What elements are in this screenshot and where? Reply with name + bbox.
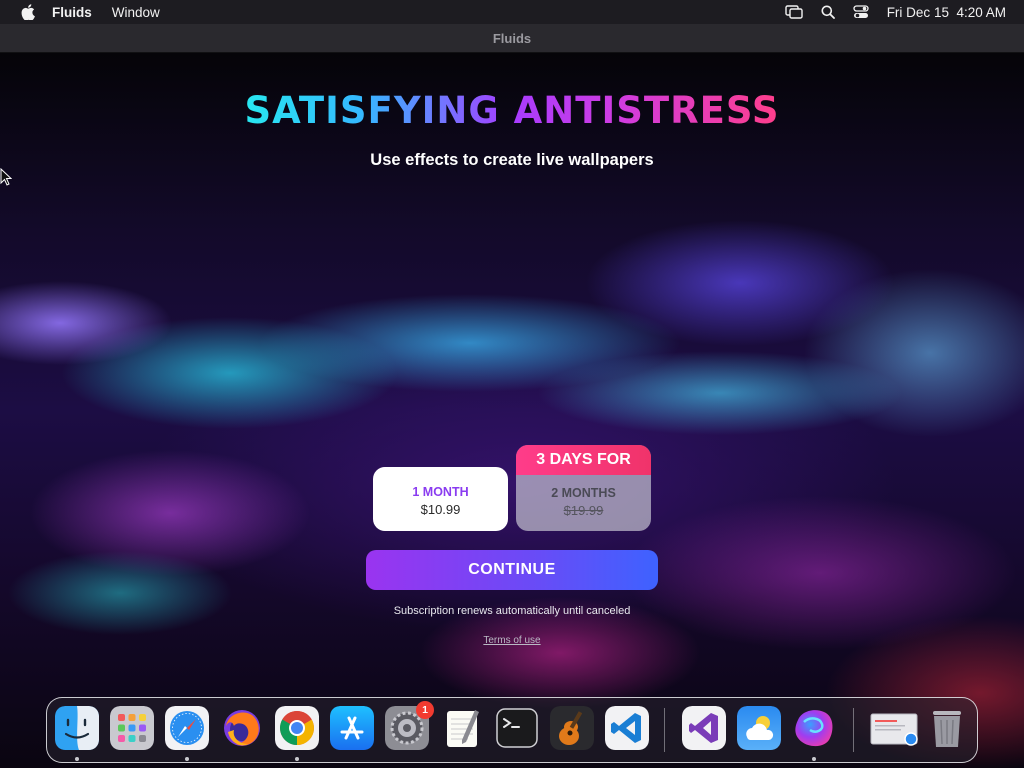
textedit-icon[interactable] xyxy=(440,706,484,750)
plan-name: 1 MONTH xyxy=(412,485,469,499)
control-center-icon[interactable] xyxy=(853,5,869,19)
menu-bar-clock[interactable]: Fri Dec 15 4:20 AM xyxy=(887,5,1006,20)
notification-badge: 1 xyxy=(416,701,434,719)
fluids-icon[interactable] xyxy=(792,706,836,750)
plan-price: $10.99 xyxy=(420,502,461,517)
running-indicator xyxy=(185,757,189,761)
launchpad-icon[interactable] xyxy=(110,706,154,750)
subtitle: Use effects to create live wallpapers xyxy=(370,151,654,169)
paywall-view: SATISFYING ANTISTRESS Use effects to cre… xyxy=(0,53,1024,768)
plan-1-month[interactable]: 1 MONTH $10.99 xyxy=(373,467,508,531)
preview-icon[interactable] xyxy=(870,706,920,750)
safari-icon[interactable] xyxy=(165,706,209,750)
running-indicator xyxy=(75,757,79,761)
garageband-icon[interactable] xyxy=(550,706,594,750)
visual-studio-icon[interactable] xyxy=(682,706,726,750)
headline: SATISFYING ANTISTRESS xyxy=(244,89,780,132)
dock: 1 xyxy=(46,697,978,763)
continue-button[interactable]: CONTINUE xyxy=(366,550,658,590)
running-indicator xyxy=(295,757,299,761)
screen-mirroring-icon[interactable] xyxy=(784,5,803,19)
mouse-cursor-icon xyxy=(0,167,13,191)
menu-bar-status: Fri Dec 15 4:20 AM xyxy=(784,5,1006,20)
terms-of-use-link[interactable]: Terms of use xyxy=(483,635,540,646)
apple-logo-icon[interactable] xyxy=(18,4,38,20)
plan-price: $19.99 xyxy=(563,503,604,518)
window-title-bar[interactable]: Fluids xyxy=(0,24,1024,53)
window-title: Fluids xyxy=(492,30,532,46)
app-store-icon[interactable] xyxy=(330,706,374,750)
running-indicator xyxy=(812,757,816,761)
trash-icon[interactable] xyxy=(925,706,969,750)
trial-banner: 3 DAYS FOR xyxy=(516,445,651,475)
terminal-icon[interactable] xyxy=(495,706,539,750)
app-menu[interactable]: Fluids xyxy=(52,5,92,20)
firefox-icon[interactable] xyxy=(220,706,264,750)
search-icon[interactable] xyxy=(821,5,835,19)
vscode-icon[interactable] xyxy=(605,706,649,750)
plan-name: 2 MONTHS xyxy=(551,486,616,500)
window-menu[interactable]: Window xyxy=(112,5,160,20)
dock-separator xyxy=(664,708,665,752)
finder-icon[interactable] xyxy=(55,706,99,750)
renewal-note: Subscription renews automatically until … xyxy=(393,605,631,617)
weather-icon[interactable] xyxy=(737,706,781,750)
dock-separator xyxy=(853,708,854,752)
chrome-icon[interactable] xyxy=(275,706,319,750)
menu-bar: Fluids Window Fri Dec 15 4:20 AM xyxy=(0,0,1024,24)
plan-2-months[interactable]: 3 DAYS FOR 2 MONTHS $19.99 xyxy=(516,445,651,531)
terms-container: Terms of use xyxy=(0,635,1024,646)
